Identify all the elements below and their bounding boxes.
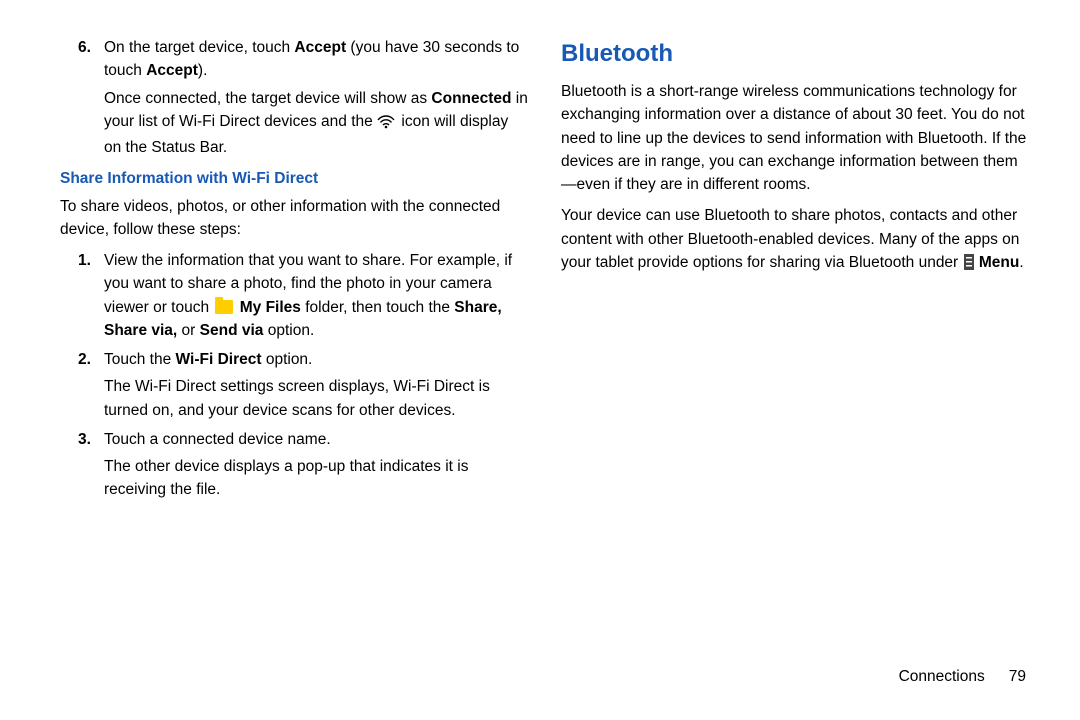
list-item-2: 2. Touch the Wi-Fi Direct option. The Wi… [60,348,529,422]
list-body: Touch a connected device name. The other… [104,428,529,502]
bold-text: Wi-Fi Direct [176,351,262,368]
bold-text: Menu [979,254,1019,271]
text: folder, then touch the [301,299,454,316]
list-item-6: 6. On the target device, touch Accept (y… [60,36,529,83]
wifi-direct-icon [377,113,395,136]
text: option. [263,322,314,339]
bold-text: Send via [200,322,264,339]
list-body: View the information that you want to sh… [104,249,529,342]
list-number: 3. [60,428,104,502]
text: Once connected, the target device will s… [104,90,431,107]
bold-text: Accept [146,62,198,79]
list-body: Touch the Wi-Fi Direct option. The Wi-Fi… [104,348,529,422]
text: option. [262,351,313,368]
intro-text: To share videos, photos, or other inform… [60,195,529,242]
list-body: On the target device, touch Accept (you … [104,36,529,83]
menu-icon [964,254,974,277]
text: Your device can use Bluetooth to share p… [561,207,1019,271]
bold-text: Connected [431,90,511,107]
right-column: Bluetooth Bluetooth is a short-range wir… [545,0,1080,720]
footer-section-label: Connections [899,668,985,685]
list-item-3: 3. Touch a connected device name. The ot… [60,428,529,502]
left-column: 6. On the target device, touch Accept (y… [0,0,545,720]
text: Touch the [104,351,176,368]
text: . [1019,254,1023,271]
continuation-text: Once connected, the target device will s… [60,87,529,160]
continuation-text: The Wi-Fi Direct settings screen display… [104,375,529,422]
section-heading-bluetooth: Bluetooth [561,36,1030,72]
list-item-1: 1. View the information that you want to… [60,249,529,342]
text: Touch a connected device name. [104,431,331,448]
list-number: 2. [60,348,104,422]
paragraph: Bluetooth is a short-range wireless comm… [561,80,1030,196]
sub-heading-share-info: Share Information with Wi-Fi Direct [60,167,529,190]
text: On the target device, touch [104,39,294,56]
continuation-text: The other device displays a pop-up that … [104,455,529,502]
text: ). [198,62,207,79]
paragraph: Your device can use Bluetooth to share p… [561,204,1030,277]
list-number: 6. [60,36,104,83]
folder-icon [215,300,233,314]
bold-text: My Files [240,299,301,316]
text: or [177,322,199,339]
list-number: 1. [60,249,104,342]
page-footer: Connections 79 [561,665,1030,696]
bold-text: Accept [294,39,346,56]
footer-page-number: 79 [1009,668,1026,685]
